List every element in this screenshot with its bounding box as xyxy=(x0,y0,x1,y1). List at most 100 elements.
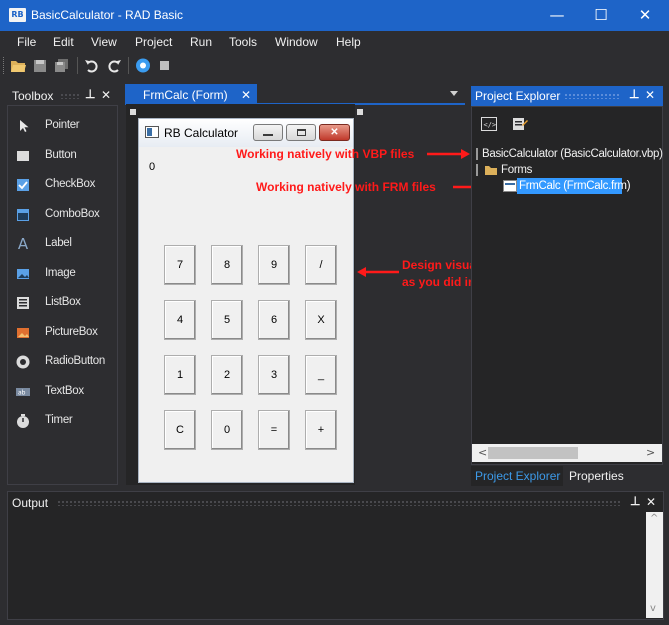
toolbox-item-checkbox[interactable]: CheckBox xyxy=(15,174,115,202)
calc-button-3-2[interactable]: = xyxy=(258,410,290,450)
toolbar-separator xyxy=(128,57,129,74)
tab-project-explorer-label: Project Explorer xyxy=(475,469,561,483)
tree-item-project[interactable]: BasicCalculator (BasicCalculator.vbp) xyxy=(482,148,663,160)
calc-button-2-0[interactable]: 1 xyxy=(164,355,196,395)
menu-window[interactable]: Window xyxy=(275,35,318,49)
undo-icon[interactable] xyxy=(84,57,100,74)
toolbox-close-icon[interactable]: ✕ xyxy=(101,88,111,102)
form-file-icon xyxy=(503,180,517,192)
tab-properties[interactable]: Properties xyxy=(569,469,624,483)
pin-icon[interactable]: ⊥ xyxy=(629,87,639,101)
form-maximize-button[interactable] xyxy=(286,124,316,141)
toolbox-item-label[interactable]: A Label xyxy=(15,233,115,261)
tab-dropdown-chevron-down-icon[interactable] xyxy=(450,91,458,96)
toolbar xyxy=(0,53,669,78)
svg-text:</>: </> xyxy=(484,121,497,129)
toolbar-grip[interactable] xyxy=(3,57,6,74)
pointer-icon xyxy=(20,120,29,132)
menu-tools[interactable]: Tools xyxy=(229,35,257,49)
folder-icon xyxy=(485,166,497,175)
menu-project[interactable]: Project xyxy=(135,35,172,49)
calc-button-0-2[interactable]: 9 xyxy=(258,245,290,285)
pin-icon[interactable]: ⊥ xyxy=(630,494,640,508)
toolbox-item-label: PictureBox xyxy=(45,326,98,338)
pin-icon[interactable]: ⊥ xyxy=(85,87,95,101)
calc-button-2-3[interactable]: _ xyxy=(305,355,337,395)
maximize-button[interactable]: ☐ xyxy=(578,0,624,31)
menu-help[interactable]: Help xyxy=(336,35,361,49)
calc-button-0-1[interactable]: 8 xyxy=(211,245,243,285)
checkbox-icon xyxy=(17,179,29,191)
annotation-frm: Working natively with FRM files xyxy=(256,180,436,194)
menu-run[interactable]: Run xyxy=(190,35,212,49)
open-folder-icon[interactable] xyxy=(10,57,26,74)
toolbox-item-label: RadioButton xyxy=(45,355,105,367)
scroll-down-icon[interactable]: v xyxy=(650,603,656,614)
calc-button-1-1[interactable]: 5 xyxy=(211,300,243,340)
calc-button-1-3[interactable]: X xyxy=(305,300,337,340)
project-explorer-grip xyxy=(564,93,619,99)
calc-button-3-1[interactable]: 0 xyxy=(211,410,243,450)
calc-button-1-0[interactable]: 4 xyxy=(164,300,196,340)
toolbox-item-button[interactable]: Button xyxy=(15,145,115,173)
toolbox-item-image[interactable]: Image xyxy=(15,263,115,291)
scroll-right-icon[interactable]: > xyxy=(646,446,655,459)
textbox-icon: ab xyxy=(16,388,30,397)
toolbox-item-radiobutton[interactable]: RadioButton xyxy=(15,351,115,379)
redo-icon[interactable] xyxy=(106,57,122,74)
tree-item-forms-folder[interactable]: Forms xyxy=(501,164,532,176)
project-explorer-title: Project Explorer xyxy=(475,89,561,103)
calc-button-0-3[interactable]: / xyxy=(305,245,337,285)
view-code-icon[interactable]: </> xyxy=(481,117,497,131)
form-icon xyxy=(145,126,159,138)
save-icon[interactable] xyxy=(32,57,48,74)
calc-button-1-2[interactable]: 6 xyxy=(258,300,290,340)
menu-file[interactable]: File xyxy=(17,35,36,49)
tab-label: FrmCalc (Form) xyxy=(143,88,228,102)
tree-line xyxy=(476,164,478,176)
form-minimize-button[interactable] xyxy=(253,124,283,141)
toolbox-item-picturebox[interactable]: PictureBox xyxy=(15,322,115,350)
stop-icon[interactable] xyxy=(158,57,172,74)
scrollbar-thumb[interactable] xyxy=(488,447,578,459)
calc-button-2-2[interactable]: 3 xyxy=(258,355,290,395)
toolbox-item-pointer[interactable]: Pointer xyxy=(15,115,115,143)
toolbox-item-combobox[interactable]: ComboBox xyxy=(15,204,115,232)
project-explorer-close-icon[interactable]: ✕ xyxy=(645,88,655,102)
scroll-up-icon[interactable]: ^ xyxy=(650,513,658,524)
radiobutton-icon xyxy=(16,355,30,369)
toolbox-item-timer[interactable]: Timer xyxy=(15,410,115,438)
calc-button-2-1[interactable]: 2 xyxy=(211,355,243,395)
output-close-icon[interactable]: ✕ xyxy=(646,495,656,509)
tab-close-icon[interactable]: ✕ xyxy=(241,88,251,102)
app-icon: RB xyxy=(9,8,26,22)
toolbox-item-textbox[interactable]: ab TextBox xyxy=(15,381,115,409)
minimize-button[interactable]: — xyxy=(534,0,580,31)
resize-handle[interactable] xyxy=(357,109,363,115)
toolbox-item-listbox[interactable]: ListBox xyxy=(15,292,115,320)
run-icon[interactable] xyxy=(135,57,151,74)
resize-handle[interactable] xyxy=(130,109,136,115)
toolbox-item-label: Timer xyxy=(45,414,73,426)
menu-edit[interactable]: Edit xyxy=(53,35,74,49)
menu-view[interactable]: View xyxy=(91,35,117,49)
calc-button-3-0[interactable]: C xyxy=(164,410,196,450)
form-close-button[interactable]: ✕ xyxy=(319,124,350,141)
toolbox-item-label: ListBox xyxy=(45,296,81,308)
toolbox-item-label: Image xyxy=(45,267,76,279)
calc-button-3-3[interactable]: + xyxy=(305,410,337,450)
window-title: BasicCalculator - RAD Basic xyxy=(31,8,184,22)
view-object-icon[interactable] xyxy=(512,117,528,131)
close-button[interactable]: ✕ xyxy=(622,0,668,31)
toolbox-item-label: Pointer xyxy=(45,119,80,131)
calculator-display: 0 xyxy=(149,161,156,173)
scroll-left-icon[interactable]: < xyxy=(478,446,487,459)
tree-line xyxy=(476,148,478,160)
tree-item-frmcalc[interactable]: FrmCalc (FrmCalc.frm) xyxy=(519,180,631,192)
combobox-icon xyxy=(17,209,29,221)
status-bar xyxy=(0,620,669,625)
output-grip xyxy=(57,500,622,506)
save-all-icon[interactable] xyxy=(54,57,70,74)
calculator-form[interactable]: RB Calculator ✕ 0 7 8 9/4 5 6 X 1 2 3 _ C 0 = + xyxy=(138,118,354,483)
calc-button-0-0[interactable]: 7 xyxy=(164,245,196,285)
